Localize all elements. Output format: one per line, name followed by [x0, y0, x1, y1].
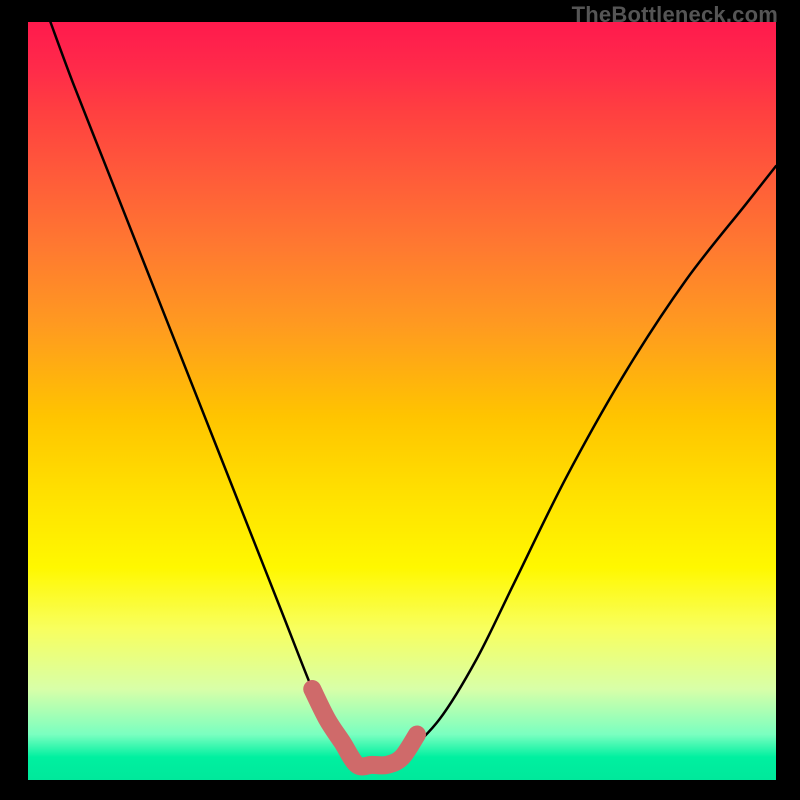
optimal-range-highlight [312, 689, 417, 766]
plot-area [28, 22, 776, 780]
bottleneck-curve [50, 22, 776, 766]
chart-frame: TheBottleneck.com [0, 0, 800, 800]
curves-svg [28, 22, 776, 780]
